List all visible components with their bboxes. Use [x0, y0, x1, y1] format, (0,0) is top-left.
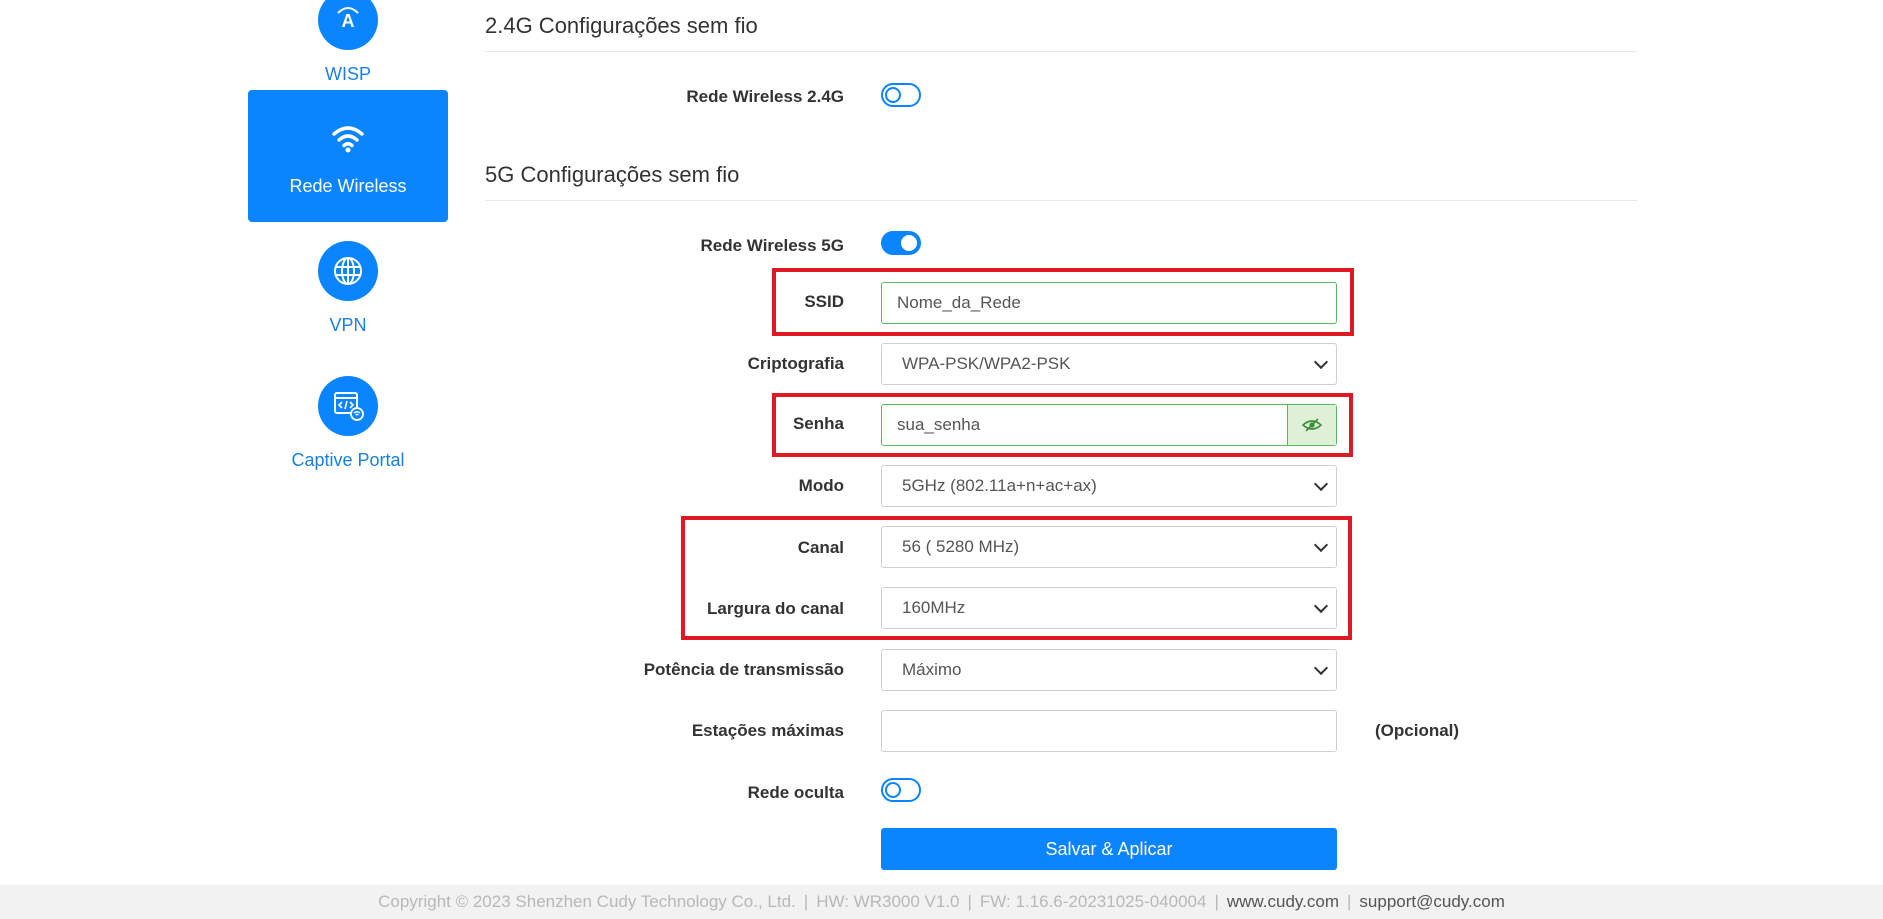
chevron-down-icon [1313, 354, 1329, 370]
sidebar-item-captive-portal[interactable]: Captive Portal [248, 376, 448, 471]
footer-hw: HW: WR3000 V1.0 [816, 892, 960, 911]
wifi-icon [248, 108, 448, 168]
highlight-ssid [772, 268, 1354, 336]
footer-website-link[interactable]: www.cudy.com [1227, 892, 1339, 912]
tx-power-select[interactable]: Máximo [881, 649, 1337, 691]
optional-hint: (Opcional) [1375, 721, 1460, 740]
section-title-5g: 5G Configurações sem fio [485, 162, 740, 187]
sidebar-item-rede-wireless[interactable]: Rede Wireless [248, 90, 448, 222]
svg-text:A: A [342, 11, 355, 31]
hidden-network-toggle[interactable] [881, 778, 921, 802]
crypto-select-value: WPA-PSK/WPA2-PSK [902, 354, 1071, 373]
footer-separator: | [967, 892, 972, 911]
sidebar-item-label: WISP [324, 64, 371, 84]
mode-label: Modo [798, 476, 844, 495]
highlight-password [772, 393, 1353, 457]
tx-power-label: Potência de transmissão [643, 660, 844, 679]
wisp-icon: A [318, 0, 378, 50]
footer-separator: | [803, 892, 809, 911]
crypto-select[interactable]: WPA-PSK/WPA2-PSK [881, 343, 1337, 385]
footer-separator: | [1214, 892, 1219, 911]
captive-portal-icon [318, 376, 378, 436]
chevron-down-icon [1313, 660, 1329, 676]
max-stations-input[interactable] [881, 710, 1337, 752]
sidebar-item-wisp[interactable]: A WISP [248, 0, 448, 85]
footer-copyright: Copyright © 2023 Shenzhen Cudy Technolog… [378, 892, 796, 911]
footer: Copyright © 2023 Shenzhen Cudy Technolog… [0, 885, 1883, 919]
toggle-knob [885, 87, 901, 103]
max-stations-label: Estações máximas [691, 721, 844, 740]
footer-support-link[interactable]: support@cudy.com [1359, 892, 1504, 912]
wireless-24g-toggle[interactable] [881, 83, 921, 107]
mode-select[interactable]: 5GHz (802.11a+n+ac+ax) [881, 465, 1337, 507]
toggle-knob [885, 782, 901, 798]
sidebar-item-label: Rede Wireless [289, 176, 407, 196]
footer-fw: FW: 1.16.6-20231025-040004 [979, 892, 1207, 911]
sidebar-item-label: Captive Portal [291, 450, 405, 470]
sidebar-item-vpn[interactable]: VPN [248, 241, 448, 336]
save-apply-button[interactable]: Salvar & Aplicar [881, 828, 1337, 870]
wireless-5g-label: Rede Wireless 5G [700, 236, 844, 255]
toggle-knob [901, 235, 917, 251]
highlight-channel [681, 516, 1352, 640]
chevron-down-icon [1313, 476, 1329, 492]
tx-power-select-value: Máximo [902, 660, 962, 679]
section-divider [485, 200, 1637, 201]
crypto-label: Criptografia [747, 354, 844, 373]
section-divider [485, 51, 1637, 52]
wireless-24g-label: Rede Wireless 2.4G [686, 87, 844, 106]
mode-select-value: 5GHz (802.11a+n+ac+ax) [902, 476, 1097, 495]
section-title-24g: 2.4G Configurações sem fio [485, 13, 758, 38]
wireless-5g-toggle[interactable] [881, 231, 921, 255]
hidden-network-label: Rede oculta [747, 783, 844, 802]
footer-separator: | [1346, 892, 1352, 911]
sidebar-item-label: VPN [329, 315, 367, 335]
globe-icon [318, 241, 378, 301]
